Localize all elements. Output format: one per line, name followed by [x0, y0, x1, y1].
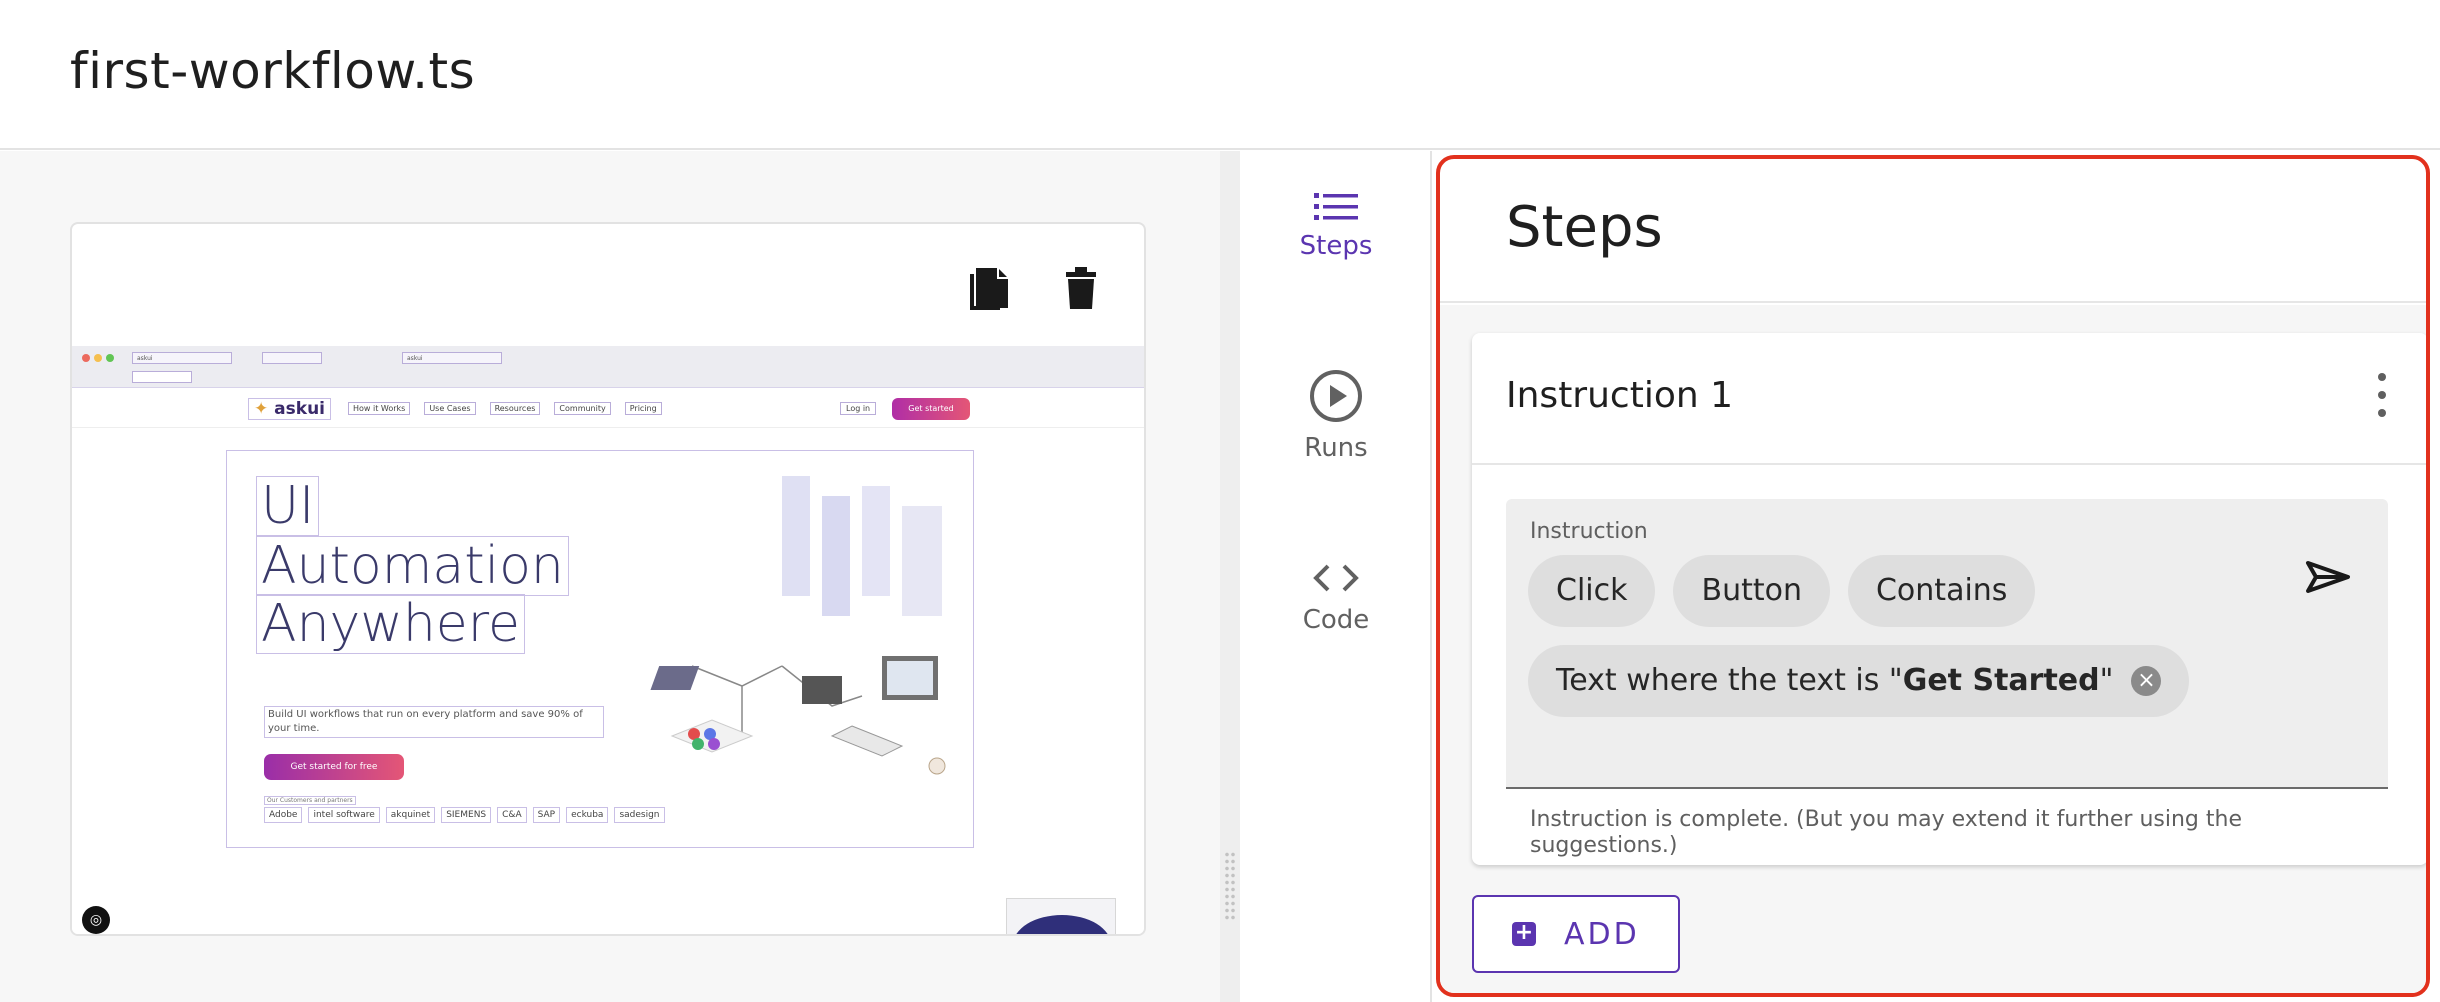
add-step-label: ADD	[1564, 916, 1640, 952]
instruction-helper-text: Instruction is complete. (But you may ex…	[1530, 807, 2242, 858]
rail-label: Code	[1302, 605, 1370, 635]
add-step-button[interactable]: + ADD	[1472, 895, 1680, 973]
partner-logo: akquinet	[385, 807, 436, 823]
nav-login: Log in	[840, 402, 877, 415]
steps-list: Instruction 1 Instruction Click Button C…	[1440, 305, 2426, 993]
partner-logo: intel software	[308, 807, 380, 823]
instruction-chips: Click Button Contains Text where the tex…	[1528, 555, 2288, 717]
play-circle-icon	[1310, 370, 1362, 422]
copy-icon[interactable]	[968, 260, 1014, 316]
captured-page-screenshot: askui askui ✦ askui How it Works Use Cas…	[72, 346, 1144, 934]
hero-heading-line: UI	[256, 476, 320, 536]
file-title: first-workflow.ts	[70, 42, 476, 100]
browser-chrome: askui askui	[72, 346, 1144, 388]
instruction-title: Instruction 1	[1506, 375, 1734, 416]
browser-tab: askui	[132, 352, 232, 364]
chip-contains[interactable]: Contains	[1847, 555, 2036, 627]
chip-text-prefix: Text where the text is "	[1556, 663, 1903, 698]
send-icon[interactable]	[2298, 549, 2358, 609]
nav-link: Pricing	[624, 402, 662, 415]
askui-logo: ✦ askui	[248, 398, 331, 420]
trash-icon[interactable]	[1058, 260, 1104, 316]
site-nav: ✦ askui How it Works Use Cases Resources…	[72, 388, 1144, 428]
chip-text-bold: Get Started	[1902, 663, 2100, 698]
hero-subtitle: Build UI workflows that run on every pla…	[264, 706, 604, 738]
browser-tab	[262, 352, 322, 364]
partner-logo: SIEMENS	[441, 807, 492, 823]
chat-icon: ◎	[82, 906, 110, 934]
nav-link: Use Cases	[424, 402, 476, 415]
top-bar: first-workflow.ts	[0, 0, 2440, 150]
chip-text-value[interactable]: Text where the text is " Get Started " ×	[1528, 645, 2190, 717]
partner-logo: C&A	[497, 807, 527, 823]
nav-link: How it Works	[348, 402, 411, 415]
code-icon	[1313, 564, 1359, 592]
hero-heading-line: Automation	[256, 536, 569, 596]
rail-label: Runs	[1304, 433, 1368, 463]
devices-illustration	[650, 476, 946, 775]
more-options-icon[interactable]	[2372, 373, 2392, 417]
add-icon: +	[1512, 922, 1536, 946]
screenshot-card: askui askui ✦ askui How it Works Use Cas…	[70, 222, 1146, 936]
instruction-card: Instruction 1 Instruction Click Button C…	[1472, 333, 2426, 865]
chip-button[interactable]: Button	[1673, 555, 1830, 627]
partner-logo: SAP	[532, 807, 561, 823]
hero-cta-button: Get started for free	[264, 754, 404, 780]
rail-item-steps[interactable]: Steps	[1240, 191, 1432, 261]
partners-label: Our Customers and partners	[264, 796, 356, 805]
nav-link: Community	[554, 402, 611, 415]
rail-item-runs[interactable]: Runs	[1240, 369, 1432, 463]
resize-handle[interactable]	[1220, 151, 1240, 1002]
chip-text-suffix: "	[2099, 663, 2114, 698]
address-bar	[132, 371, 192, 383]
browser-tab: askui	[402, 352, 502, 364]
instruction-field-label: Instruction	[1530, 519, 1648, 544]
partner-logos: Adobe intel software akquinet SIEMENS C&…	[264, 807, 665, 823]
list-icon	[1314, 193, 1358, 220]
nav-link: Resources	[489, 402, 541, 415]
instruction-header: Instruction 1	[1472, 333, 2426, 465]
partner-logo: Adobe	[264, 807, 303, 823]
steps-header: Steps	[1440, 159, 2426, 303]
steps-title: Steps	[1506, 195, 1663, 260]
instruction-input[interactable]: Instruction Click Button Contains Text w…	[1506, 499, 2388, 789]
corner-thumbnail	[1006, 898, 1116, 934]
remove-chip-icon[interactable]: ×	[2131, 666, 2162, 696]
steps-panel: Steps Instruction 1 Instruction Click Bu…	[1436, 155, 2430, 997]
rail-label: Steps	[1299, 231, 1373, 261]
partner-logo: eckuba	[566, 807, 609, 823]
rail-item-code[interactable]: Code	[1240, 561, 1432, 635]
hero-heading-line: Anywhere	[256, 594, 526, 654]
side-rail: Steps Runs Code	[1240, 151, 1432, 1002]
nav-cta-button: Get started	[892, 398, 970, 420]
chip-click[interactable]: Click	[1528, 555, 1656, 627]
